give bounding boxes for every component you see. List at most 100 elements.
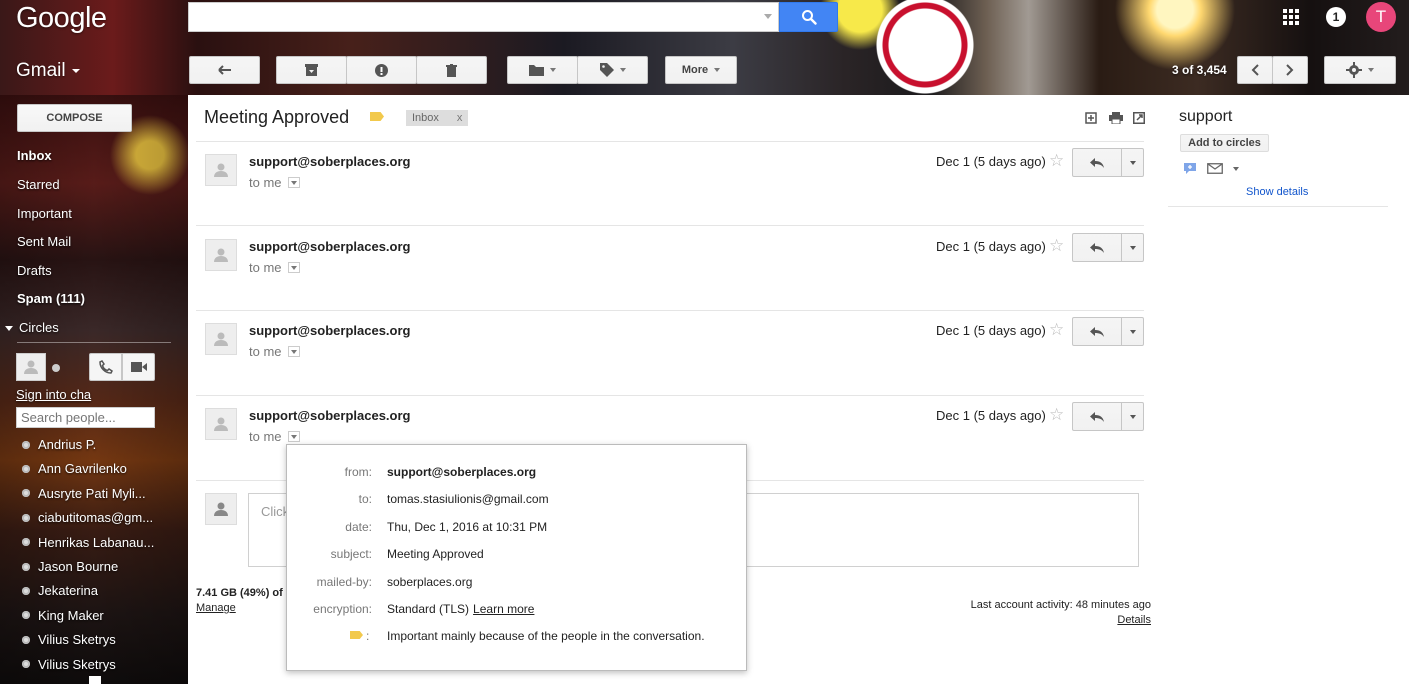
- star-icon[interactable]: ☆: [1049, 152, 1064, 169]
- chevron-down-icon: [1129, 245, 1136, 250]
- show-details-link[interactable]: Show details: [1246, 186, 1308, 198]
- circles-toggle[interactable]: Circles: [5, 320, 59, 335]
- notifications-badge[interactable]: 1: [1326, 7, 1346, 27]
- account-avatar[interactable]: T: [1366, 2, 1396, 32]
- reply-button[interactable]: [1072, 233, 1122, 262]
- manage-storage-link[interactable]: Manage: [196, 602, 236, 614]
- chevron-down-icon: [1368, 68, 1374, 72]
- expand-all-button[interactable]: [1084, 111, 1098, 125]
- contact-item[interactable]: King Maker: [22, 608, 104, 623]
- search-people-input[interactable]: [16, 407, 155, 428]
- sender-address[interactable]: support@soberplaces.org: [249, 239, 410, 254]
- contact-item[interactable]: Vilius Sketrys: [22, 632, 116, 647]
- sidebar-item-inbox[interactable]: Inbox: [17, 148, 52, 163]
- presence-dot-icon: [22, 538, 30, 547]
- show-details-dropdown[interactable]: [287, 177, 300, 188]
- show-details-dropdown[interactable]: [287, 431, 300, 442]
- divider: [17, 342, 171, 343]
- search-input[interactable]: [188, 2, 779, 32]
- newer-button[interactable]: [1237, 56, 1273, 84]
- contact-item[interactable]: Ausryte Pati Myli...: [22, 486, 146, 501]
- print-button[interactable]: [1109, 111, 1123, 125]
- presence-dot-icon: [22, 464, 30, 473]
- new-window-button[interactable]: [1132, 111, 1146, 125]
- search-options-icon[interactable]: [764, 14, 772, 19]
- contact-item[interactable]: Jason Bourne: [22, 559, 118, 574]
- add-to-circles-button[interactable]: Add to circles: [1180, 134, 1269, 152]
- contact-name: Vilius Sketrys: [38, 632, 116, 648]
- star-icon[interactable]: ☆: [1049, 406, 1064, 423]
- sidebar-item-sent[interactable]: Sent Mail: [17, 234, 71, 249]
- message-more-button[interactable]: [1121, 317, 1144, 346]
- archive-button[interactable]: [276, 56, 347, 84]
- reply-button[interactable]: [1072, 317, 1122, 346]
- sidebar-item-spam[interactable]: Spam (111): [17, 291, 85, 306]
- learn-more-link[interactable]: Learn more: [473, 602, 534, 616]
- hangouts-icon[interactable]: [1183, 162, 1197, 175]
- contact-item[interactable]: Andrius P.: [22, 437, 96, 452]
- printer-icon: [1109, 112, 1123, 124]
- sender-address[interactable]: support@soberplaces.org: [249, 154, 410, 169]
- sender-avatar: [205, 239, 237, 271]
- storage-usage: 7.41 GB (49%) of: [196, 587, 283, 599]
- report-spam-button[interactable]: [346, 56, 417, 84]
- sidebar-item-starred[interactable]: Starred: [17, 177, 60, 192]
- sign-into-chat-link[interactable]: Sign into cha: [16, 387, 91, 402]
- message-more-button[interactable]: [1121, 402, 1144, 431]
- activity-details-link[interactable]: Details: [1051, 614, 1151, 626]
- encryption-value: Standard (TLS): [387, 602, 470, 616]
- sidebar-item-important[interactable]: Important: [17, 206, 72, 221]
- detail-value: Important mainly because of the people i…: [387, 629, 705, 643]
- apps-grid-icon[interactable]: [1283, 9, 1299, 25]
- detail-key: mailed-by:: [316, 575, 372, 589]
- archive-icon: [305, 64, 318, 76]
- reply-button[interactable]: [1072, 148, 1122, 177]
- settings-button[interactable]: [1324, 56, 1396, 84]
- search-button[interactable]: [779, 2, 838, 32]
- older-button[interactable]: [1272, 56, 1308, 84]
- person-icon: [214, 332, 228, 346]
- presence-dot-icon: [22, 513, 30, 522]
- label-icon: [599, 63, 614, 77]
- video-call-button[interactable]: [122, 353, 155, 381]
- inbox-label-chip[interactable]: Inbox x: [406, 110, 469, 126]
- recipients: to me: [249, 175, 300, 190]
- reply-button[interactable]: [1072, 402, 1122, 431]
- gmail-menu[interactable]: Gmail: [16, 60, 80, 82]
- move-to-button[interactable]: [507, 56, 578, 84]
- message-more-button[interactable]: [1121, 233, 1144, 262]
- detail-importance: : Important mainly because of the people…: [287, 629, 748, 649]
- my-avatar[interactable]: [16, 353, 46, 381]
- remove-label-button[interactable]: x: [457, 112, 463, 124]
- more-button[interactable]: More: [665, 56, 737, 84]
- compose-button[interactable]: COMPOSE: [17, 104, 132, 132]
- arrow-left-icon: [217, 65, 231, 75]
- sender-address[interactable]: support@soberplaces.org: [249, 408, 410, 423]
- show-details-dropdown[interactable]: [287, 262, 300, 273]
- trash-icon: [446, 63, 457, 77]
- sidebar-item-drafts[interactable]: Drafts: [17, 263, 52, 278]
- contact-item[interactable]: Jekaterina: [22, 583, 98, 598]
- star-icon[interactable]: ☆: [1049, 321, 1064, 338]
- back-button[interactable]: [189, 56, 260, 84]
- sender-address[interactable]: support@soberplaces.org: [249, 323, 410, 338]
- phone-call-button[interactable]: [89, 353, 122, 381]
- sender-avatar: [205, 323, 237, 355]
- google-logo[interactable]: Google: [16, 2, 107, 35]
- message-date: Dec 1 (5 days ago): [936, 154, 1046, 169]
- show-details-dropdown[interactable]: [287, 346, 300, 357]
- star-icon[interactable]: ☆: [1049, 237, 1064, 254]
- delete-button[interactable]: [416, 56, 487, 84]
- chevron-down-icon[interactable]: [1233, 166, 1239, 171]
- message-divider: [196, 395, 1144, 396]
- contact-item[interactable]: ciabutitomas@gm...: [22, 510, 153, 525]
- sender-avatar: [205, 154, 237, 186]
- contact-item[interactable]: Henrikas Labanau...: [22, 535, 154, 550]
- labels-button[interactable]: [577, 56, 648, 84]
- important-marker-icon[interactable]: [370, 112, 384, 121]
- mail-icon[interactable]: [1207, 163, 1223, 174]
- message-more-button[interactable]: [1121, 148, 1144, 177]
- status-dot[interactable]: [52, 364, 60, 372]
- chat-toggle-icon[interactable]: [89, 676, 101, 684]
- contact-item[interactable]: Ann Gavrilenko: [22, 461, 127, 476]
